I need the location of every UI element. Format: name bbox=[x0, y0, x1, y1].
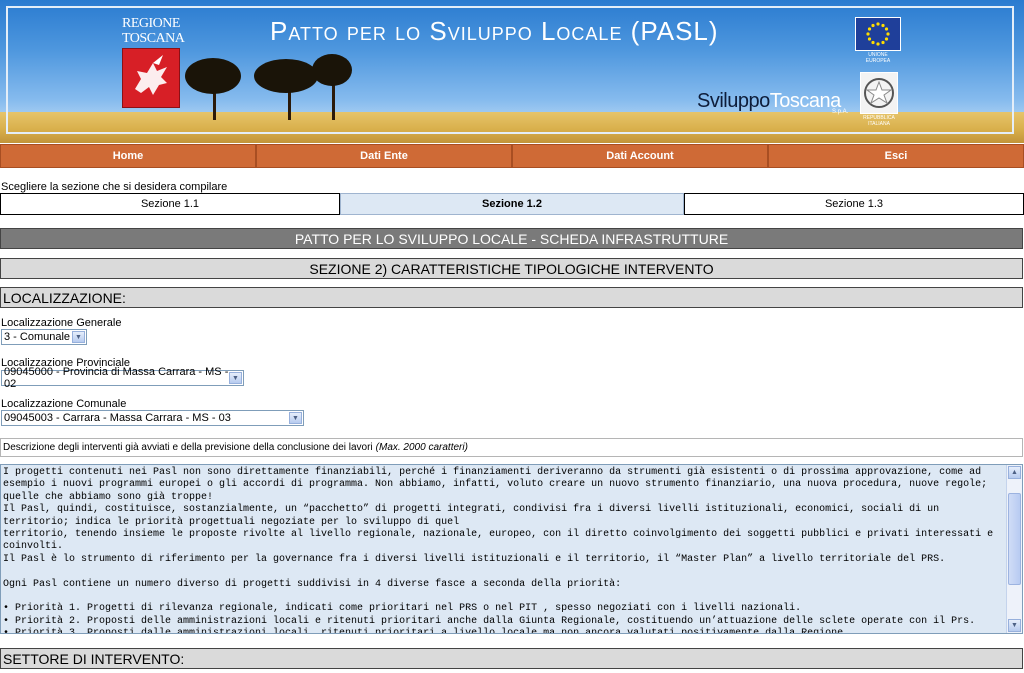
localizzazione-comunale-select[interactable]: 09045003 - Carrara - Massa Carrara - MS … bbox=[1, 410, 304, 426]
localizzazione-comunale-value: 09045003 - Carrara - Massa Carrara - MS … bbox=[4, 412, 231, 424]
eu-label: UNIONE EUROPEA bbox=[853, 52, 903, 64]
descrizione-hint: (Max. 2000 caratteri) bbox=[375, 442, 468, 453]
tab-sezione-1-3[interactable]: Sezione 1.3 bbox=[684, 193, 1024, 215]
regione-toscana-label: REGIONE TOSCANA bbox=[122, 16, 185, 46]
descrizione-text: I progetti contenuti nei Pasl non sono d… bbox=[3, 467, 994, 634]
sviluppo-part2: Toscana bbox=[769, 90, 842, 112]
localizzazione-generale-label: Localizzazione Generale bbox=[1, 317, 122, 329]
section-prompt: Scegliere la sezione che si desidera com… bbox=[1, 181, 228, 193]
descrizione-textarea[interactable]: I progetti contenuti nei Pasl non sono d… bbox=[0, 464, 1023, 634]
localizzazione-generale-value: 3 - Comunale bbox=[4, 331, 71, 343]
settore-header: SETTORE DI INTERVENTO: bbox=[0, 648, 1023, 669]
pegasus-logo-icon bbox=[122, 48, 180, 108]
main-nav: Home Dati Ente Dati Account Esci bbox=[0, 144, 1024, 168]
localizzazione-provinciale-value: 09045000 - Provincia di Massa Carrara - … bbox=[4, 366, 229, 390]
italy-label: REPUBBLICA ITALIANA bbox=[853, 115, 905, 127]
textarea-scrollbar[interactable]: ▲ ▼ bbox=[1006, 465, 1022, 633]
localizzazione-header: LOCALIZZAZIONE: bbox=[0, 287, 1023, 308]
chevron-down-icon: ▼ bbox=[72, 331, 85, 343]
trees-icon bbox=[185, 54, 352, 120]
nav-dati-account[interactable]: Dati Account bbox=[512, 144, 768, 168]
eu-flag-icon bbox=[855, 17, 901, 51]
chevron-down-icon: ▼ bbox=[289, 412, 302, 424]
localizzazione-provinciale-select[interactable]: 09045000 - Provincia di Massa Carrara - … bbox=[1, 366, 244, 390]
italian-emblem-icon bbox=[860, 72, 898, 114]
header-banner: REGIONE TOSCANA Patto per lo Sviluppo Lo… bbox=[0, 0, 1024, 143]
scrollbar-thumb[interactable] bbox=[1008, 493, 1021, 585]
sviluppo-part1: Sviluppo bbox=[697, 90, 770, 112]
tab-sezione-1-1[interactable]: Sezione 1.1 bbox=[0, 193, 340, 215]
localizzazione-generale-select[interactable]: 3 - Comunale ▼ bbox=[1, 329, 87, 345]
section-tabs: Sezione 1.1 Sezione 1.2 Sezione 1.3 bbox=[0, 193, 1024, 215]
nav-home[interactable]: Home bbox=[0, 144, 256, 168]
spa-label: S.p.A. bbox=[832, 109, 849, 115]
region-line1: REGIONE bbox=[122, 16, 180, 31]
scroll-down-icon[interactable]: ▼ bbox=[1008, 619, 1021, 632]
section-subtitle: SEZIONE 2) CARATTERISTICHE TIPOLOGICHE I… bbox=[0, 258, 1023, 279]
banner-title: Patto per lo Sviluppo Locale (PASL) bbox=[270, 16, 719, 46]
scroll-up-icon[interactable]: ▲ bbox=[1008, 466, 1021, 479]
sviluppo-toscana-logo: SviluppoToscana bbox=[697, 90, 841, 113]
region-line2: TOSCANA bbox=[122, 31, 185, 46]
descrizione-label: Descrizione degli interventi già avviati… bbox=[3, 442, 373, 453]
localizzazione-comunale-label: Localizzazione Comunale bbox=[1, 398, 127, 410]
chevron-down-icon: ▼ bbox=[229, 372, 242, 384]
tab-sezione-1-2[interactable]: Sezione 1.2 bbox=[340, 193, 684, 215]
nav-dati-ente[interactable]: Dati Ente bbox=[256, 144, 512, 168]
nav-esci[interactable]: Esci bbox=[768, 144, 1024, 168]
page-title: PATTO PER LO SVILUPPO LOCALE - SCHEDA IN… bbox=[0, 228, 1023, 249]
italy-line2: ITALIANA bbox=[868, 121, 890, 127]
eu-line2: EUROPEA bbox=[865, 58, 891, 64]
descrizione-label-box: Descrizione degli interventi già avviati… bbox=[0, 438, 1023, 457]
